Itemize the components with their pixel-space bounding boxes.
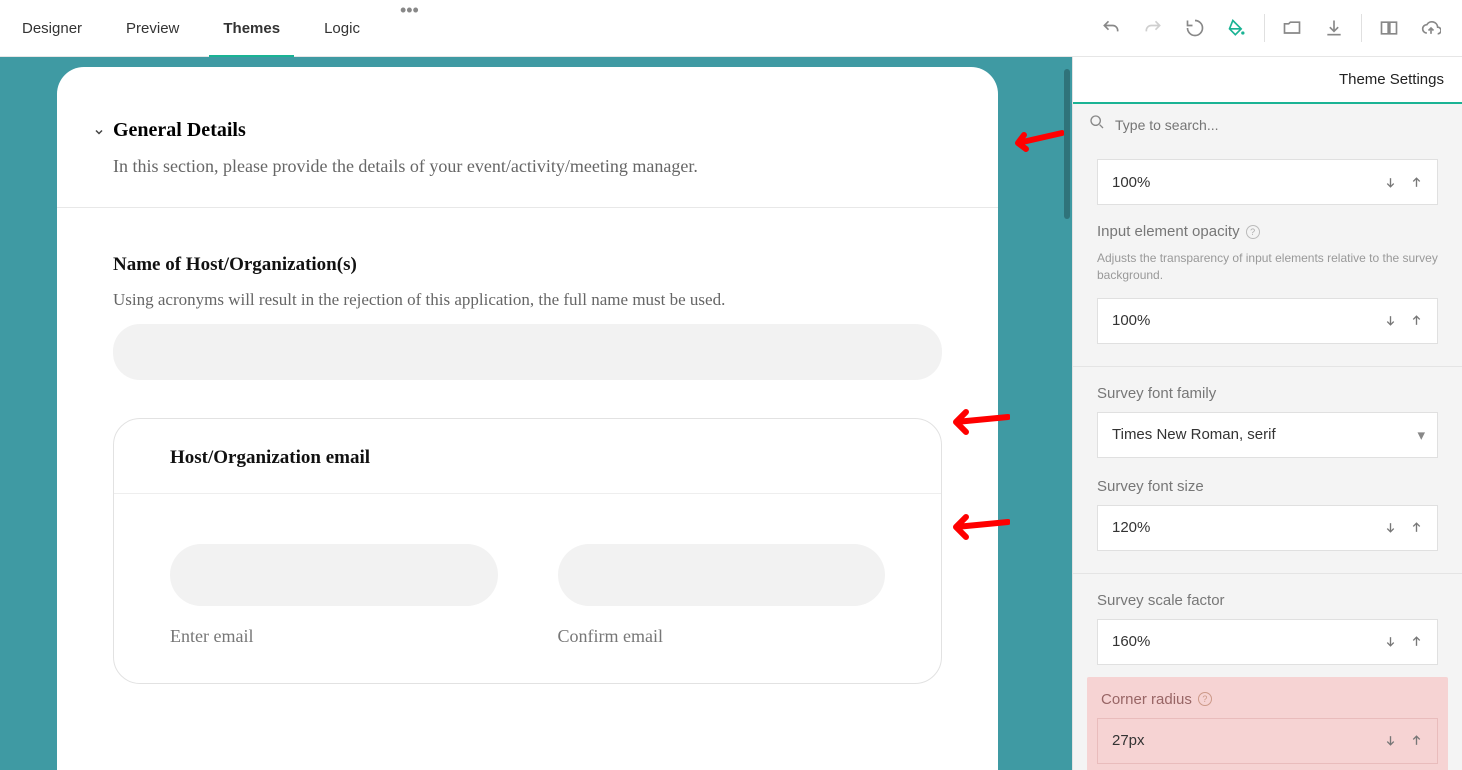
undo-button[interactable]: [1090, 7, 1132, 49]
setting-scale-group: Survey scale factor 160%: [1073, 574, 1462, 671]
arrow-down-icon[interactable]: [1377, 299, 1403, 343]
search-icon: [1089, 114, 1105, 135]
vertical-scrollbar[interactable]: [1064, 69, 1070, 219]
tab-label: Themes: [223, 20, 280, 37]
input-opacity-control[interactable]: 100%: [1097, 298, 1438, 344]
confirm-email-column: Confirm email: [558, 544, 886, 647]
arrow-up-icon[interactable]: [1403, 160, 1429, 204]
confirm-email-input[interactable]: [558, 544, 886, 606]
value: 100%: [1112, 312, 1377, 329]
question-host-email: Host/Organization email Enter email Conf…: [57, 390, 998, 694]
question-title: Name of Host/Organization(s): [113, 254, 942, 276]
download-button[interactable]: [1313, 7, 1355, 49]
sub-panel-header: Host/Organization email: [114, 419, 941, 493]
section-description: In this section, please provide the deta…: [113, 156, 942, 177]
annotation-arrow-icon: [950, 512, 1010, 540]
survey-preview-panel: General Details In this section, please …: [57, 67, 998, 770]
design-canvas: General Details In this section, please …: [0, 57, 1072, 770]
section-title: General Details: [113, 119, 942, 142]
label-text: Input element opacity: [1097, 223, 1240, 240]
section-header: General Details In this section, please …: [57, 67, 998, 207]
arrow-up-icon[interactable]: [1403, 506, 1429, 550]
info-icon[interactable]: ?: [1246, 225, 1260, 239]
reset-button[interactable]: [1174, 7, 1216, 49]
toolbar-divider: [1361, 14, 1362, 42]
theme-settings-panel: Theme Settings 100% Input element opacit…: [1072, 57, 1462, 770]
tab-preview[interactable]: Preview: [104, 0, 201, 56]
panel-title: Theme Settings: [1073, 57, 1462, 104]
tab-designer[interactable]: Designer: [0, 0, 104, 56]
settings-search: [1073, 104, 1462, 145]
arrow-down-icon[interactable]: [1377, 620, 1403, 664]
value: 100%: [1112, 174, 1377, 191]
top-bar: Designer Preview Themes Logic •••: [0, 0, 1462, 57]
corner-radius-control[interactable]: 27px: [1097, 718, 1438, 764]
setting-label: Corner radius ?: [1101, 691, 1434, 708]
tab-themes[interactable]: Themes: [201, 0, 302, 56]
question-host-name: Name of Host/Organization(s) Using acron…: [57, 208, 998, 390]
info-icon[interactable]: ?: [1198, 692, 1212, 706]
settings-scroll: 100% Input element opacity ? Adjusts the…: [1073, 145, 1462, 770]
chevron-down-icon[interactable]: [93, 125, 105, 143]
paint-bucket-icon[interactable]: [1216, 7, 1258, 49]
tab-label: Preview: [126, 20, 179, 37]
arrow-up-icon[interactable]: [1403, 299, 1429, 343]
toolbar: [1090, 0, 1462, 56]
setting-font-group: Survey font family Times New Roman, seri…: [1073, 367, 1462, 574]
setting-label: Survey scale factor: [1097, 592, 1438, 609]
annotation-arrow-icon: [950, 407, 1010, 435]
arrow-down-icon[interactable]: [1377, 160, 1403, 204]
value: 160%: [1112, 633, 1377, 650]
value: 120%: [1112, 519, 1377, 536]
arrow-down-icon[interactable]: [1377, 506, 1403, 550]
setting-label: Survey font family: [1097, 385, 1438, 402]
question-help: Using acronyms will result in the reject…: [113, 290, 942, 310]
tab-label: Logic: [324, 20, 360, 37]
upload-cloud-icon[interactable]: [1410, 7, 1452, 49]
toolbar-divider: [1264, 14, 1265, 42]
redo-button[interactable]: [1132, 7, 1174, 49]
book-icon[interactable]: [1368, 7, 1410, 49]
arrow-up-icon[interactable]: [1403, 719, 1429, 763]
email-sub-panel: Host/Organization email Enter email Conf…: [113, 418, 942, 684]
arrow-up-icon[interactable]: [1403, 620, 1429, 664]
caret-down-icon: ▾: [1417, 426, 1425, 444]
setting-panel-opacity: 100% Input element opacity ? Adjusts the…: [1073, 145, 1462, 367]
annotation-arrow-icon: [1004, 127, 1064, 155]
tab-logic[interactable]: Logic: [302, 0, 382, 56]
email-column: Enter email: [170, 544, 498, 647]
open-button[interactable]: [1271, 7, 1313, 49]
setting-label: Survey font size: [1097, 478, 1438, 495]
tab-label: Designer: [22, 20, 82, 37]
more-menu-icon[interactable]: •••: [382, 0, 437, 56]
setting-corner-radius-highlighted: Corner radius ? 27px: [1087, 677, 1448, 770]
main-tabs: Designer Preview Themes Logic •••: [0, 0, 437, 56]
field-label: Confirm email: [558, 626, 886, 647]
font-family-select[interactable]: Times New Roman, serif ▾: [1097, 412, 1438, 458]
value: 27px: [1112, 732, 1377, 749]
setting-help: Adjusts the transparency of input elemen…: [1097, 250, 1438, 284]
lower-area: General Details In this section, please …: [0, 57, 1462, 770]
question-title: Host/Organization email: [170, 447, 885, 469]
host-name-input[interactable]: [113, 324, 942, 380]
field-label: Enter email: [170, 626, 498, 647]
panel-opacity-control[interactable]: 100%: [1097, 159, 1438, 205]
label-text: Corner radius: [1101, 691, 1192, 708]
sub-panel-body: Enter email Confirm email: [114, 493, 941, 683]
value: Times New Roman, serif: [1112, 426, 1417, 443]
font-size-control[interactable]: 120%: [1097, 505, 1438, 551]
enter-email-input[interactable]: [170, 544, 498, 606]
arrow-down-icon[interactable]: [1377, 719, 1403, 763]
scale-factor-control[interactable]: 160%: [1097, 619, 1438, 665]
setting-label: Input element opacity ?: [1097, 223, 1438, 240]
search-input[interactable]: [1115, 117, 1446, 133]
